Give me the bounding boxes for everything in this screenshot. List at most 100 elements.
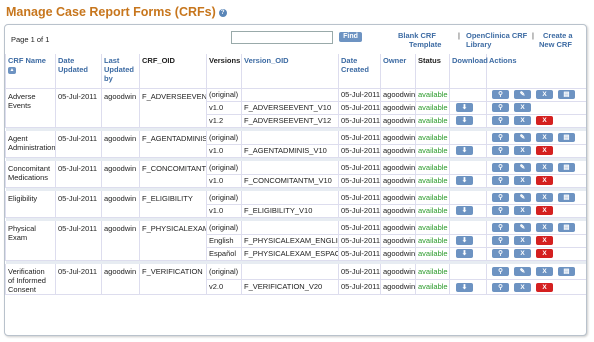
delete-x-icon[interactable]: X: [536, 249, 553, 259]
owner-header[interactable]: Owner: [380, 54, 416, 89]
magnifier-icon[interactable]: ⚲: [492, 176, 509, 186]
search-input[interactable]: [231, 31, 333, 44]
x-icon[interactable]: X: [536, 267, 553, 277]
actions-cell: ⚲ ✎ X ▤: [486, 264, 586, 280]
x-icon[interactable]: X: [536, 163, 553, 172]
status-cell: available: [415, 234, 450, 248]
magnifier-icon[interactable]: ⚲: [492, 146, 509, 156]
x-icon[interactable]: X: [536, 90, 553, 100]
status-cell: available: [415, 221, 450, 235]
hdr-line: Updated: [58, 65, 88, 74]
updated-by-cell: agoodwin: [101, 88, 140, 128]
version-oid-cell: [241, 131, 339, 145]
download-arrow-icon[interactable]: ⬇: [456, 146, 473, 156]
sort-icon[interactable]: ▲: [8, 67, 16, 75]
x-icon[interactable]: X: [536, 133, 553, 142]
pencil-icon[interactable]: ✎: [514, 223, 531, 232]
magnifier-icon[interactable]: ⚲: [492, 267, 509, 277]
x-icon[interactable]: X: [514, 236, 531, 246]
delete-x-icon[interactable]: X: [536, 282, 553, 292]
crf-oid-cell: F_PHYSICALEXAM: [139, 221, 207, 261]
new-version-icon[interactable]: ▤: [558, 193, 575, 202]
magnifier-icon[interactable]: ⚲: [492, 116, 509, 126]
x-icon[interactable]: X: [514, 282, 531, 292]
last-updated-by-header[interactable]: Last Updated by: [101, 54, 140, 89]
version-oid-cell: F_PHYSICALEXAM_ESPAOL: [241, 247, 339, 261]
download-arrow-icon[interactable]: ⬇: [456, 116, 473, 126]
pencil-icon[interactable]: ✎: [514, 90, 531, 100]
crf-library-link[interactable]: OpenClinica CRF Library: [466, 31, 527, 49]
date-created-cell: 05-Jul-2011: [338, 114, 381, 128]
magnifier-icon[interactable]: ⚲: [492, 223, 509, 232]
x-icon[interactable]: X: [514, 146, 531, 156]
magnifier-icon[interactable]: ⚲: [492, 236, 509, 246]
crf-name-cell: Verification of Informed Consent: [5, 264, 56, 295]
date-created-cell: 05-Jul-2011: [338, 131, 381, 145]
blank-crf-template-link[interactable]: Blank CRF Template: [398, 31, 441, 49]
magnifier-icon[interactable]: ⚲: [492, 249, 509, 259]
new-version-icon[interactable]: ▤: [558, 267, 575, 277]
actions-cell: ⚲ X: [486, 101, 586, 115]
download-arrow-icon[interactable]: ⬇: [456, 206, 473, 216]
x-icon[interactable]: X: [514, 206, 531, 216]
x-icon[interactable]: X: [514, 249, 531, 259]
date-created-cell: 05-Jul-2011: [338, 221, 381, 235]
new-version-icon[interactable]: ▤: [558, 90, 575, 100]
status-cell: available: [415, 191, 450, 205]
download-arrow-icon[interactable]: ⬇: [456, 176, 473, 186]
find-button[interactable]: Find: [339, 32, 362, 42]
delete-x-icon[interactable]: X: [536, 236, 553, 246]
magnifier-icon[interactable]: ⚲: [492, 206, 509, 216]
version-oid-cell: F_CONCOMITANTM_V10: [241, 174, 339, 188]
magnifier-icon[interactable]: ⚲: [492, 90, 509, 100]
magnifier-icon[interactable]: ⚲: [492, 193, 509, 202]
date-updated-header[interactable]: Date Updated: [55, 54, 102, 89]
hdr-line: Updated: [104, 65, 134, 74]
date-updated-cell: 05-Jul-2011: [55, 161, 102, 188]
delete-x-icon[interactable]: X: [536, 206, 553, 216]
x-icon[interactable]: X: [514, 116, 531, 126]
owner-cell: agoodwin: [380, 221, 416, 235]
magnifier-icon[interactable]: ⚲: [492, 163, 509, 172]
crf-name-header[interactable]: CRF Name ▲: [5, 54, 56, 89]
create-link-line1: Create a: [543, 31, 573, 40]
version-cell: v2.0: [206, 279, 242, 296]
delete-x-icon[interactable]: X: [536, 176, 553, 186]
x-icon[interactable]: X: [514, 103, 531, 113]
status-cell: available: [415, 279, 450, 296]
pencil-icon[interactable]: ✎: [514, 193, 531, 202]
delete-x-icon[interactable]: X: [536, 116, 553, 126]
version-oid-cell: [241, 191, 339, 205]
x-icon[interactable]: X: [536, 223, 553, 232]
magnifier-icon[interactable]: ⚲: [492, 103, 509, 113]
pencil-icon[interactable]: ✎: [514, 267, 531, 277]
versions-header: Versions: [206, 54, 242, 89]
pencil-icon[interactable]: ✎: [514, 133, 531, 142]
new-version-icon[interactable]: ▤: [558, 223, 575, 232]
magnifier-icon[interactable]: ⚲: [492, 282, 509, 292]
crf-name-cell: Eligibility: [5, 191, 56, 218]
x-icon[interactable]: X: [536, 193, 553, 202]
download-arrow-icon[interactable]: ⬇: [456, 249, 473, 259]
create-new-crf-link[interactable]: Create a New CRF: [539, 31, 573, 49]
help-icon[interactable]: ?: [218, 9, 227, 17]
new-version-icon[interactable]: ▤: [558, 163, 575, 172]
crf-oid-cell: F_VERIFICATION: [139, 264, 207, 295]
download-arrow-icon[interactable]: ⬇: [456, 282, 473, 292]
date-created-cell: 05-Jul-2011: [338, 88, 381, 102]
crf-oid-cell: F_CONCOMITANTM: [139, 161, 207, 188]
version-oid-header[interactable]: Version_OID: [241, 54, 339, 89]
new-version-icon[interactable]: ▤: [558, 133, 575, 142]
date-created-cell: 05-Jul-2011: [338, 279, 381, 296]
magnifier-icon[interactable]: ⚲: [492, 133, 509, 142]
download-header: Download: [449, 54, 488, 89]
date-created-header[interactable]: Date Created: [338, 54, 381, 89]
x-icon[interactable]: X: [514, 176, 531, 186]
date-created-cell: 05-Jul-2011: [338, 234, 381, 248]
pencil-icon[interactable]: ✎: [514, 163, 531, 172]
version-oid-cell: [241, 221, 339, 235]
download-arrow-icon[interactable]: ⬇: [456, 103, 473, 113]
download-arrow-icon[interactable]: ⬇: [456, 236, 473, 246]
download-cell: [449, 221, 487, 235]
delete-x-icon[interactable]: X: [536, 146, 553, 156]
